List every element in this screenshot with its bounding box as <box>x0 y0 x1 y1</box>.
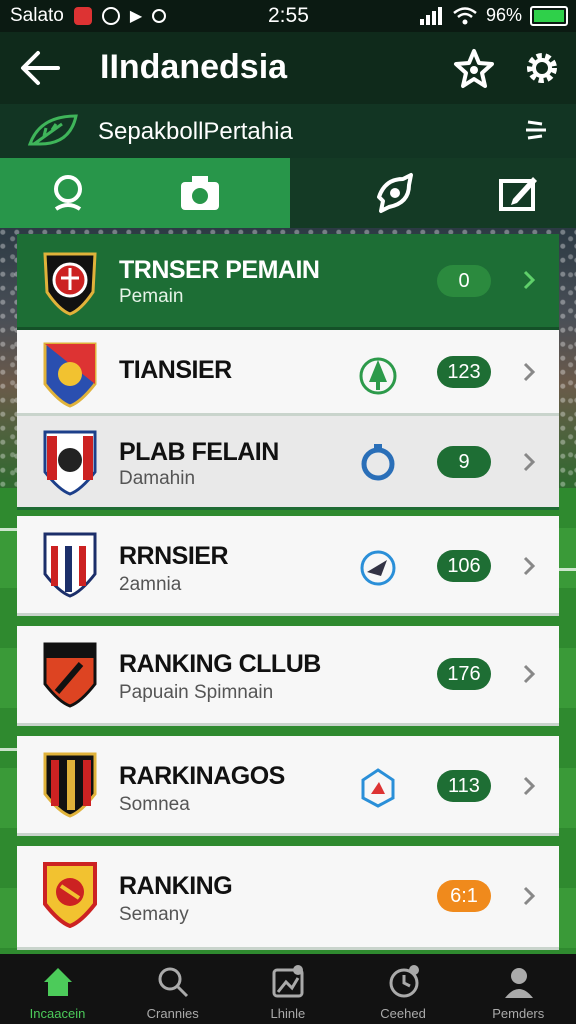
list-item-subtitle: 2amnia <box>119 574 182 595</box>
bottom-navigation: Incaacein Crannies Lhinle Ceehed Pemders <box>0 954 576 1024</box>
score-badge: 6:1 <box>437 880 491 912</box>
list-item[interactable]: RRNSIER 2amnia 106 <box>17 516 559 616</box>
chevron-right-icon <box>523 776 536 796</box>
signal-icon <box>419 6 442 25</box>
nav-item-home[interactable]: Incaacein <box>0 954 115 1024</box>
battery-icon <box>530 5 568 26</box>
list-item-title: RRNSIER <box>119 542 229 570</box>
sync-icon <box>101 7 120 25</box>
list-item-subtitle: Semany <box>119 904 189 925</box>
club-crest-icon <box>43 752 97 818</box>
camera-icon <box>181 176 219 210</box>
app-bar: IIndanedsia <box>0 32 576 104</box>
clock-icon <box>389 965 419 998</box>
refresh-icon <box>361 444 395 481</box>
battery-percent: 96% <box>485 5 522 25</box>
gear-icon[interactable] <box>520 46 564 90</box>
circle-icon <box>152 9 167 23</box>
count-badge: 176 <box>437 658 491 690</box>
tab-bar <box>0 158 576 228</box>
count-badge: 106 <box>437 550 491 582</box>
carrier-label: Salato <box>10 5 64 26</box>
nav-item-image[interactable]: Lhinle <box>230 954 345 1024</box>
nav-label: Incaacein <box>29 1006 86 1021</box>
list-item-title: TIANSIER <box>119 356 232 384</box>
list-item-subtitle: Damahin <box>119 468 196 489</box>
count-badge: 9 <box>437 446 491 478</box>
pitch-line <box>0 748 18 751</box>
chevron-right-icon <box>523 556 536 576</box>
list-item[interactable]: PLAB FELAIN Damahin 9 <box>17 416 559 510</box>
club-crest-icon <box>43 862 97 928</box>
nav-label: Pemders <box>492 1006 545 1021</box>
list-item-title: RARKINAGOS <box>119 762 285 790</box>
sub-header: SepakbollPertahia <box>0 104 576 158</box>
tab-search[interactable] <box>20 158 120 228</box>
list-item[interactable]: TRNSER PEMAIN Pemain 0 <box>17 234 559 330</box>
nav-item-profile[interactable]: Pemders <box>461 954 576 1024</box>
play-icon: ▶ <box>129 8 143 25</box>
list-item-subtitle: Papuain Spimnain <box>119 682 274 703</box>
nav-item-history[interactable]: Ceehed <box>346 954 461 1024</box>
chevron-right-icon <box>523 270 536 290</box>
list-item-subtitle: Pemain <box>119 286 184 307</box>
list-item-title: PLAB FELAIN <box>119 438 279 466</box>
wifi-icon <box>453 6 477 24</box>
flask-icon <box>361 768 395 808</box>
tab-camera[interactable] <box>150 158 250 228</box>
tree-icon <box>359 357 397 395</box>
count-badge: 113 <box>437 770 491 802</box>
list-item-title: TRNSER PEMAIN <box>119 256 320 284</box>
list-item[interactable]: RARKINAGOS Somnea 113 <box>17 736 559 836</box>
image-icon <box>272 965 304 998</box>
section-title: SepakbollPertahia <box>98 118 293 145</box>
search-icon <box>158 967 189 998</box>
tab-explore[interactable] <box>340 158 450 228</box>
notification-icon <box>73 7 92 25</box>
page-title: IIndanedsia <box>100 48 288 86</box>
nav-label: Ceehed <box>380 1006 426 1021</box>
list-item[interactable]: TIANSIER 123 <box>17 330 559 416</box>
list-item-subtitle: Somnea <box>119 794 190 815</box>
sort-icon[interactable] <box>522 116 552 146</box>
explore-icon <box>377 173 413 213</box>
status-bar: Salato ▶ 2:55 96% <box>0 0 576 32</box>
chevron-right-icon <box>523 886 536 906</box>
list-item[interactable]: RANKING CLLUB Papuain Spimnain 176 <box>17 626 559 726</box>
club-crest-icon <box>43 430 97 496</box>
home-icon <box>44 968 72 996</box>
chevron-right-icon <box>523 452 536 472</box>
star-icon[interactable] <box>452 46 496 90</box>
person-icon <box>504 968 533 998</box>
count-badge: 123 <box>437 356 491 388</box>
edit-icon <box>499 177 537 211</box>
leaf-icon <box>27 114 78 146</box>
clock: 2:55 <box>268 4 309 27</box>
back-arrow-icon[interactable] <box>18 48 62 88</box>
tab-edit[interactable] <box>468 158 568 228</box>
nav-label: Lhinle <box>270 1006 306 1021</box>
nav-item-search[interactable]: Crannies <box>115 954 230 1024</box>
club-crest-icon <box>43 642 97 708</box>
list-item[interactable]: RANKING Semany 6:1 <box>17 846 559 950</box>
list-item-title: RANKING CLLUB <box>119 650 321 678</box>
club-crest-icon <box>43 342 97 408</box>
chevron-right-icon <box>523 362 536 382</box>
nav-label: Crannies <box>146 1006 199 1021</box>
chevron-right-icon <box>523 664 536 684</box>
club-crest-icon <box>43 532 97 598</box>
count-badge: 0 <box>437 265 491 297</box>
list-item-title: RANKING <box>119 872 233 900</box>
shield-icon <box>360 550 396 586</box>
club-crest-icon <box>43 252 97 316</box>
search-icon <box>54 175 82 211</box>
